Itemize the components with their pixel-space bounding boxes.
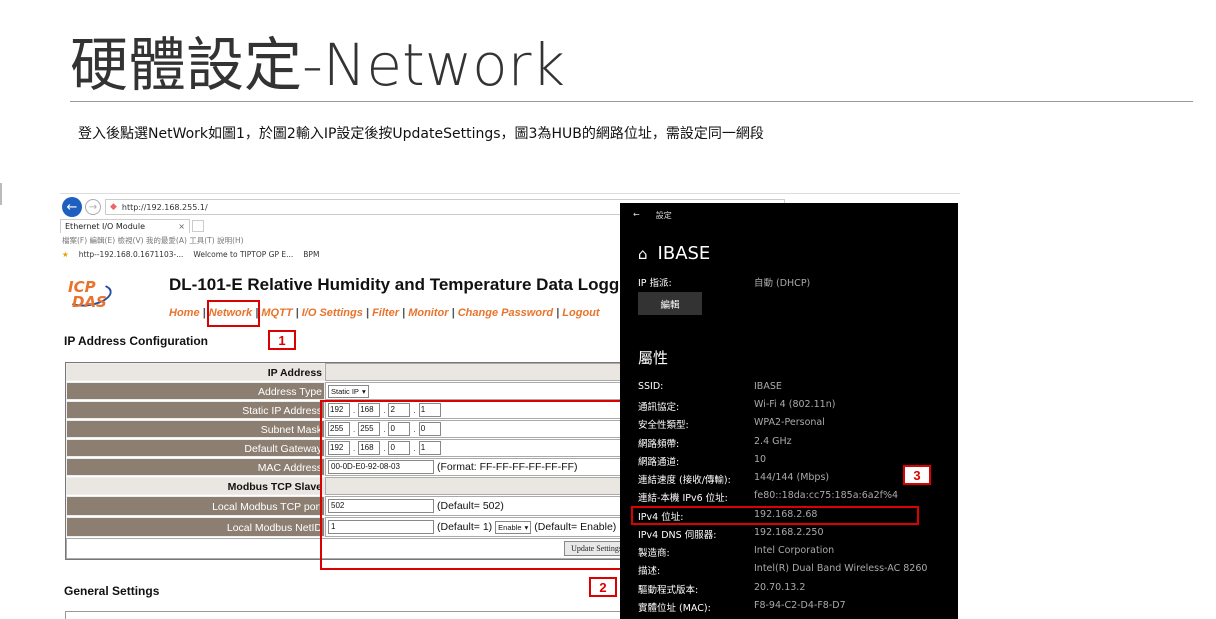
nav-change-password[interactable]: Change Password: [458, 307, 553, 319]
prop-value: F8-94-C2-D4-F8-D7: [754, 600, 846, 611]
table-row: IP Address: [66, 363, 634, 382]
modbus-port-label: Local Modbus TCP port: [66, 496, 325, 516]
ip-assign-value: 自動 (DHCP): [754, 278, 811, 289]
ipv4-highlight-box: [631, 506, 919, 525]
table-row: Address Type Static IP ▾: [66, 382, 634, 401]
netid-label: Local Modbus NetID: [66, 517, 325, 537]
static-ip-label: Static IP Address: [66, 401, 325, 419]
edge-marker: [0, 183, 2, 205]
network-title: ⌂ IBASE: [638, 243, 710, 264]
device-heading: DL-101-E Relative Humidity and Temperatu…: [169, 275, 636, 294]
tab-ethernet-io[interactable]: Ethernet I/O Module ×: [60, 219, 190, 233]
ip-assign-label: IP 指派:: [638, 278, 672, 289]
menu-bar[interactable]: 檔案(F) 編輯(E) 檢視(V) 我的最愛(A) 工具(T) 說明(H): [62, 235, 244, 246]
prop-key: 網路通道:: [638, 457, 680, 468]
prop-value: 10: [754, 454, 767, 465]
callout-badge-3: 3: [903, 465, 931, 485]
back-arrow-icon[interactable]: ←: [62, 197, 82, 217]
settings-highlight-box: [320, 400, 623, 570]
nav-monitor[interactable]: Monitor: [408, 307, 448, 319]
url-text: http://192.168.255.1/: [121, 202, 208, 212]
favorite-item[interactable]: http--192.168.0.1671103-...: [79, 250, 184, 259]
icpdas-logo: ICP DAS: [64, 278, 114, 316]
callout-badge-2: 2: [589, 577, 617, 597]
star-icon: ★: [62, 250, 69, 259]
properties-title: 屬性: [638, 349, 669, 367]
favorite-item[interactable]: BPM: [303, 250, 319, 259]
back-arrow-icon[interactable]: ←: [633, 210, 640, 221]
nav-filter[interactable]: Filter: [372, 307, 399, 319]
home-icon: ⌂: [638, 244, 648, 263]
address-type-select[interactable]: Static IP ▾: [328, 384, 369, 398]
ip-config-title: IP Address Configuration: [64, 334, 209, 348]
general-settings-title: General Settings: [64, 584, 160, 598]
slide-title: 硬體設定-Network: [70, 31, 566, 99]
prop-key: 安全性類型:: [638, 420, 689, 431]
prop-value: Wi-Fi 4 (802.11n): [754, 399, 836, 410]
gateway-label: Default Gateway: [66, 439, 325, 457]
site-icon: ◆: [110, 202, 117, 212]
prop-key: 驅動程式版本:: [638, 585, 699, 596]
prop-key: 描述:: [638, 566, 661, 577]
prop-key: SSID:: [638, 381, 664, 392]
prop-value: 2.4 GHz: [754, 436, 792, 447]
prop-value: fe80::18da:cc75:185a:6a2f%4: [754, 490, 899, 501]
slide-description: 登入後點選NetWork如圖1，於圖2輸入IP設定後按UpdateSetting…: [78, 126, 764, 142]
edit-button[interactable]: 編輯: [638, 292, 702, 315]
forward-arrow-icon[interactable]: →: [85, 199, 101, 215]
nav-mqtt[interactable]: MQTT: [261, 307, 292, 319]
network-name: IBASE: [657, 243, 711, 264]
nav-home[interactable]: Home: [169, 307, 200, 319]
prop-value: IBASE: [754, 381, 782, 392]
prop-value: 192.168.2.250: [754, 527, 824, 538]
prop-key: 連結-本機 IPv6 位址:: [638, 493, 728, 504]
prop-key: IPv4 DNS 伺服器:: [638, 530, 717, 541]
close-icon[interactable]: ×: [178, 222, 185, 231]
general-table-edge: [65, 611, 630, 619]
logo-text-2: DAS: [72, 293, 107, 311]
subnet-mask-label: Subnet Mask: [66, 420, 325, 438]
prop-key: 網路頻帶:: [638, 439, 680, 450]
modbus-header: Modbus TCP Slave: [66, 477, 325, 495]
mac-label: MAC Address: [66, 458, 325, 476]
address-type-label: Address Type: [66, 382, 325, 400]
chevron-down-icon: ▾: [361, 386, 366, 396]
favorite-item[interactable]: Welcome to TIPTOP GP E...: [193, 250, 293, 259]
windows-network-settings: ← 設定 ⌂ IBASE IP 指派: 自動 (DHCP) 編輯 屬性 SSID…: [620, 203, 958, 619]
prop-value: 20.70.13.2: [754, 582, 806, 593]
prop-value: WPA2-Personal: [754, 417, 825, 428]
network-highlight-box: [207, 300, 260, 327]
prop-key: 實體位址 (MAC):: [638, 603, 711, 614]
tab-label: Ethernet I/O Module: [65, 222, 145, 231]
settings-label: 設定: [655, 211, 672, 220]
prop-key: 製造商:: [638, 548, 670, 559]
prop-value: 144/144 (Mbps): [754, 472, 830, 483]
prop-key: 連結速度 (接收/傳輸):: [638, 475, 731, 486]
nav-io-settings[interactable]: I/O Settings: [302, 307, 363, 319]
callout-badge-1: 1: [268, 330, 296, 350]
favorites-bar: ★ http--192.168.0.1671103-... Welcome to…: [62, 250, 319, 259]
prop-value: Intel(R) Dual Band Wireless-AC 8260: [754, 563, 928, 574]
slide: 硬體設定-Network 登入後點選NetWork如圖1，於圖2輸入IP設定後按…: [0, 0, 1216, 619]
ip-header: IP Address: [66, 363, 325, 381]
title-divider: [70, 101, 1193, 102]
prop-value: Intel Corporation: [754, 545, 835, 556]
nav-logout[interactable]: Logout: [562, 307, 599, 319]
settings-header: ← 設定: [633, 210, 672, 221]
prop-key: 通訊協定:: [638, 402, 680, 413]
tab-strip: Ethernet I/O Module ×: [60, 219, 204, 233]
new-tab-button[interactable]: [192, 220, 204, 232]
